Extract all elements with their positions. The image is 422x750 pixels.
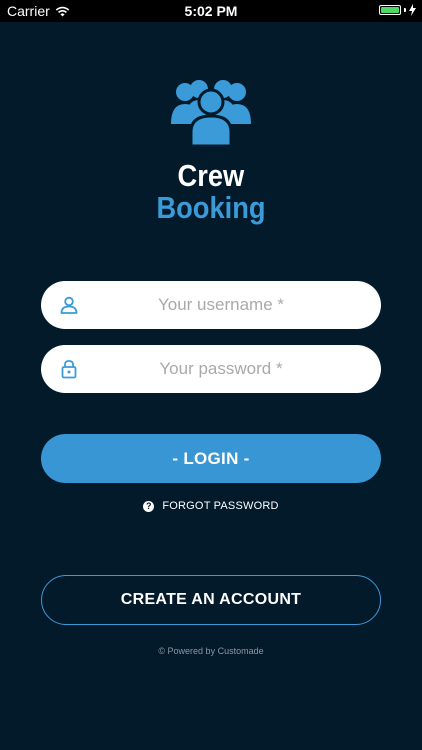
forgot-password-label: FORGOT PASSWORD	[162, 500, 279, 512]
user-icon	[60, 296, 78, 314]
login-button[interactable]: - LOGIN -	[41, 434, 381, 483]
status-time: 5:02 PM	[184, 3, 238, 19]
password-field[interactable]	[41, 345, 381, 393]
battery-fill	[381, 7, 399, 13]
username-field[interactable]	[41, 281, 381, 329]
create-account-button[interactable]: CREATE AN ACCOUNT	[41, 575, 381, 625]
crew-group-icon	[171, 80, 251, 146]
powered-by-footer: © Powered by Customade	[158, 646, 264, 656]
status-battery	[379, 4, 416, 16]
username-input[interactable]	[41, 281, 381, 329]
lock-icon	[61, 360, 77, 379]
battery-icon	[379, 5, 401, 15]
charging-icon	[409, 4, 416, 16]
question-icon: ?	[143, 500, 155, 512]
forgot-password-link[interactable]: ? FORGOT PASSWORD	[0, 500, 422, 512]
password-input[interactable]	[41, 345, 381, 393]
battery-tip	[404, 8, 406, 12]
brand-block: Crew Booking	[0, 80, 422, 224]
brand-title-line2: Booking	[156, 190, 266, 225]
status-bar: Carrier 5:02 PM	[0, 0, 422, 22]
brand-title-line1: Crew	[177, 158, 245, 193]
